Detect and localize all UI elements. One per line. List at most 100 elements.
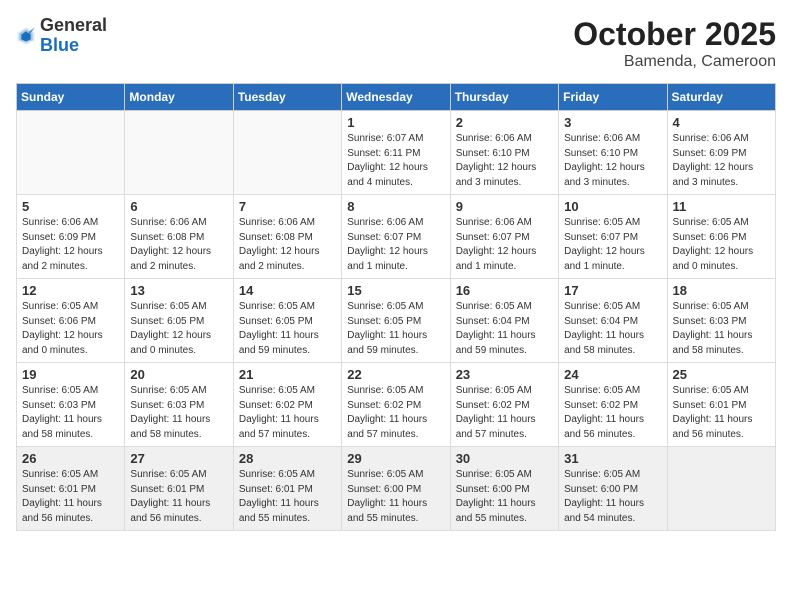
- day-number: 24: [564, 367, 661, 382]
- calendar-cell: 20Sunrise: 6:05 AM Sunset: 6:03 PM Dayli…: [125, 363, 233, 447]
- day-number: 27: [130, 451, 227, 466]
- month-title: October 2025: [573, 16, 776, 53]
- day-info: Sunrise: 6:05 AM Sunset: 6:01 PM Dayligh…: [673, 384, 770, 442]
- logo-icon: [16, 26, 36, 46]
- calendar-cell: 4Sunrise: 6:06 AM Sunset: 6:09 PM Daylig…: [667, 111, 775, 195]
- logo: General Blue: [16, 16, 107, 56]
- day-info: Sunrise: 6:05 AM Sunset: 6:01 PM Dayligh…: [239, 468, 336, 526]
- day-info: Sunrise: 6:06 AM Sunset: 6:08 PM Dayligh…: [130, 216, 227, 274]
- day-number: 25: [673, 367, 770, 382]
- day-number: 12: [22, 283, 119, 298]
- day-number: 18: [673, 283, 770, 298]
- day-number: 14: [239, 283, 336, 298]
- day-number: 13: [130, 283, 227, 298]
- calendar-cell: 7 Sunrise: 6:06 AM Sunset: 6:08 PM Daylig…: [233, 195, 341, 279]
- day-number: 6: [130, 199, 227, 214]
- calendar-cell: 13 Sunrise: 6:05 AM Sunset: 6:05 PM Dayli…: [125, 279, 233, 363]
- weekday-header-tuesday: Tuesday: [233, 84, 341, 111]
- day-number: 10: [564, 199, 661, 214]
- calendar-cell: 8Sunrise: 6:06 AM Sunset: 6:07 PM Daylig…: [342, 195, 450, 279]
- day-info: Sunrise: 6:05 AM Sunset: 6:02 PM Dayligh…: [564, 384, 661, 442]
- weekday-header-monday: Monday: [125, 84, 233, 111]
- calendar-cell: 30 Sunrise: 6:05 AM Sunset: 6:00 PM Dayli…: [450, 447, 558, 531]
- day-info: Sunrise: 6:07 AM Sunset: 6:11 PM Dayligh…: [347, 132, 444, 190]
- calendar-cell: 6 Sunrise: 6:06 AM Sunset: 6:08 PM Daylig…: [125, 195, 233, 279]
- day-info: Sunrise: 6:06 AM Sunset: 6:07 PM Dayligh…: [456, 216, 553, 274]
- day-info: Sunrise: 6:05 AM Sunset: 6:00 PM Dayligh…: [564, 468, 661, 526]
- calendar-cell: 16Sunrise: 6:05 AM Sunset: 6:04 PM Dayli…: [450, 279, 558, 363]
- day-number: 19: [22, 367, 119, 382]
- calendar-cell: 1 Sunrise: 6:07 AM Sunset: 6:11 PM Daylig…: [342, 111, 450, 195]
- day-info: Sunrise: 6:05 AM Sunset: 6:05 PM Dayligh…: [347, 300, 444, 358]
- calendar-cell: 26 Sunrise: 6:05 AM Sunset: 6:01 PM Dayli…: [17, 447, 125, 531]
- day-number: 15: [347, 283, 444, 298]
- calendar-cell: 15 Sunrise: 6:05 AM Sunset: 6:05 PM Dayli…: [342, 279, 450, 363]
- calendar-cell: [125, 111, 233, 195]
- day-info: Sunrise: 6:05 AM Sunset: 6:02 PM Dayligh…: [239, 384, 336, 442]
- calendar-cell: [667, 447, 775, 531]
- day-info: Sunrise: 6:05 AM Sunset: 6:03 PM Dayligh…: [22, 384, 119, 442]
- day-number: 26: [22, 451, 119, 466]
- calendar-cell: 24 Sunrise: 6:05 AM Sunset: 6:02 PM Dayli…: [559, 363, 667, 447]
- weekday-header-friday: Friday: [559, 84, 667, 111]
- day-number: 30: [456, 451, 553, 466]
- day-info: Sunrise: 6:05 AM Sunset: 6:01 PM Dayligh…: [22, 468, 119, 526]
- calendar-cell: 12Sunrise: 6:05 AM Sunset: 6:06 PM Dayli…: [17, 279, 125, 363]
- day-number: 28: [239, 451, 336, 466]
- calendar-week-1: 1 Sunrise: 6:07 AM Sunset: 6:11 PM Daylig…: [17, 111, 776, 195]
- day-info: Sunrise: 6:05 AM Sunset: 6:05 PM Dayligh…: [130, 300, 227, 358]
- calendar-cell: 11Sunrise: 6:05 AM Sunset: 6:06 PM Dayli…: [667, 195, 775, 279]
- day-info: Sunrise: 6:06 AM Sunset: 6:09 PM Dayligh…: [22, 216, 119, 274]
- day-number: 21: [239, 367, 336, 382]
- calendar-cell: 27 Sunrise: 6:05 AM Sunset: 6:01 PM Dayli…: [125, 447, 233, 531]
- calendar-table: SundayMondayTuesdayWednesdayThursdayFrid…: [16, 83, 776, 531]
- calendar-cell: 14 Sunrise: 6:05 AM Sunset: 6:05 PM Dayli…: [233, 279, 341, 363]
- location: Bamenda, Cameroon: [573, 53, 776, 71]
- calendar-cell: 10 Sunrise: 6:05 AM Sunset: 6:07 PM Dayli…: [559, 195, 667, 279]
- day-info: Sunrise: 6:05 AM Sunset: 6:04 PM Dayligh…: [456, 300, 553, 358]
- day-number: 1: [347, 115, 444, 130]
- day-info: Sunrise: 6:05 AM Sunset: 6:02 PM Dayligh…: [456, 384, 553, 442]
- day-number: 17: [564, 283, 661, 298]
- day-number: 2: [456, 115, 553, 130]
- title-block: October 2025 Bamenda, Cameroon: [573, 16, 776, 71]
- day-number: 22: [347, 367, 444, 382]
- day-info: Sunrise: 6:06 AM Sunset: 6:08 PM Dayligh…: [239, 216, 336, 274]
- day-number: 23: [456, 367, 553, 382]
- day-number: 11: [673, 199, 770, 214]
- calendar-cell: 23 Sunrise: 6:05 AM Sunset: 6:02 PM Dayli…: [450, 363, 558, 447]
- calendar-cell: 31 Sunrise: 6:05 AM Sunset: 6:00 PM Dayli…: [559, 447, 667, 531]
- day-info: Sunrise: 6:05 AM Sunset: 6:05 PM Dayligh…: [239, 300, 336, 358]
- logo-general-text: General: [40, 16, 107, 36]
- weekday-header-wednesday: Wednesday: [342, 84, 450, 111]
- day-number: 3: [564, 115, 661, 130]
- calendar-cell: 29 Sunrise: 6:05 AM Sunset: 6:00 PM Dayli…: [342, 447, 450, 531]
- calendar-week-3: 12Sunrise: 6:05 AM Sunset: 6:06 PM Dayli…: [17, 279, 776, 363]
- page-header: General Blue October 2025 Bamenda, Camer…: [16, 16, 776, 71]
- calendar-cell: [233, 111, 341, 195]
- day-info: Sunrise: 6:05 AM Sunset: 6:00 PM Dayligh…: [347, 468, 444, 526]
- day-number: 31: [564, 451, 661, 466]
- day-info: Sunrise: 6:05 AM Sunset: 6:03 PM Dayligh…: [130, 384, 227, 442]
- calendar-cell: 21 Sunrise: 6:05 AM Sunset: 6:02 PM Dayli…: [233, 363, 341, 447]
- day-number: 9: [456, 199, 553, 214]
- calendar-cell: 9 Sunrise: 6:06 AM Sunset: 6:07 PM Daylig…: [450, 195, 558, 279]
- calendar-cell: 22Sunrise: 6:05 AM Sunset: 6:02 PM Dayli…: [342, 363, 450, 447]
- day-number: 29: [347, 451, 444, 466]
- weekday-header-thursday: Thursday: [450, 84, 558, 111]
- logo-blue-text: Blue: [40, 36, 107, 56]
- day-info: Sunrise: 6:06 AM Sunset: 6:10 PM Dayligh…: [564, 132, 661, 190]
- day-info: Sunrise: 6:05 AM Sunset: 6:00 PM Dayligh…: [456, 468, 553, 526]
- day-number: 4: [673, 115, 770, 130]
- day-info: Sunrise: 6:06 AM Sunset: 6:07 PM Dayligh…: [347, 216, 444, 274]
- calendar-week-2: 5Sunrise: 6:06 AM Sunset: 6:09 PM Daylig…: [17, 195, 776, 279]
- calendar-cell: 18Sunrise: 6:05 AM Sunset: 6:03 PM Dayli…: [667, 279, 775, 363]
- day-number: 7: [239, 199, 336, 214]
- calendar-cell: 25 Sunrise: 6:05 AM Sunset: 6:01 PM Dayli…: [667, 363, 775, 447]
- weekday-header-saturday: Saturday: [667, 84, 775, 111]
- calendar-cell: 19 Sunrise: 6:05 AM Sunset: 6:03 PM Dayli…: [17, 363, 125, 447]
- day-info: Sunrise: 6:05 AM Sunset: 6:07 PM Dayligh…: [564, 216, 661, 274]
- day-info: Sunrise: 6:05 AM Sunset: 6:01 PM Dayligh…: [130, 468, 227, 526]
- calendar-cell: 5Sunrise: 6:06 AM Sunset: 6:09 PM Daylig…: [17, 195, 125, 279]
- day-info: Sunrise: 6:05 AM Sunset: 6:04 PM Dayligh…: [564, 300, 661, 358]
